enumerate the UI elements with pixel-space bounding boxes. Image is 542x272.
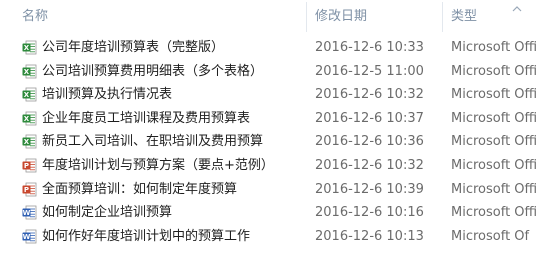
file-row[interactable]: X 公司年度培训预算表（完整版） 2016-12-6 10:33 Microsoft … [0,36,542,59]
svg-text:W: W [23,233,31,241]
file-name-cell[interactable]: X 培训预算及执行情况表 [22,83,300,106]
file-row[interactable]: X 企业年度员工培训课程及费用预算表 2016-12-6 10:37 Microsof… [0,107,542,130]
file-name-cell[interactable]: P 全面预算培训：如何制定年度预算 [22,178,300,201]
excel-file-icon: X [22,40,37,55]
file-modified-date: 2016-12-6 10:32 [315,87,424,103]
file-row[interactable]: P 年度培训计划与预算方案（要点+范例） 2016-12-6 10:32 Micros… [0,154,542,177]
svg-text:X: X [24,91,30,99]
file-name: 年度培训计划与预算方案（要点+范例） [42,158,274,173]
file-modified-date: 2016-12-6 10:13 [315,228,424,244]
file-type: Microsoft Offi [451,40,538,55]
column-divider[interactable] [442,2,443,32]
powerpoint-file-icon: P [22,158,37,173]
svg-text:X: X [24,139,30,147]
file-name-cell[interactable]: X 企业年度员工培训课程及费用预算表 [22,107,300,130]
svg-text:W: W [23,209,31,217]
file-name: 培训预算及执行情况表 [42,87,173,103]
file-type: Microsoft Of [451,228,530,244]
column-divider[interactable] [306,2,307,32]
file-name-cell[interactable]: P 年度培训计划与预算方案（要点+范例） [22,154,300,177]
column-type-header[interactable]: 类型 [451,0,477,34]
svg-text:P: P [24,162,29,170]
file-name-cell[interactable]: X 公司年度培训预算表（完整版） [22,36,300,59]
powerpoint-file-icon: P [22,182,37,196]
file-type: Microsoft Offi [451,87,538,103]
file-row[interactable]: X 培训预算及执行情况表 2016-12-6 10:32 Microsoft Offi [0,83,542,106]
file-name: 企业年度员工培训课程及费用预算表 [42,110,251,126]
file-type: Microsoft Offi [451,205,538,221]
file-type: Microsoft Offi [451,63,538,79]
file-name: 新员工入司培训、在职培训及费用预算 [42,134,264,150]
svg-text:X: X [24,68,30,76]
excel-file-icon: X [22,134,37,149]
svg-text:X: X [24,44,30,52]
file-type: Microsoft Offi [451,181,538,197]
file-modified-date: 2016-12-6 10:32 [315,158,424,173]
column-modified-header[interactable]: 修改日期 [315,0,367,34]
file-name-cell[interactable]: W 如何作好年度培训计划中的预算工作 [22,225,300,248]
file-modified-date: 2016-12-6 10:33 [315,40,424,55]
word-file-icon: W [22,229,37,244]
sort-up-icon[interactable] [511,3,523,15]
file-name: 公司培训预算费用明细表（多个表格） [42,63,264,79]
file-modified-date: 2016-12-6 10:37 [315,110,424,126]
svg-text:P: P [24,186,29,194]
file-modified-date: 2016-12-6 10:36 [315,134,424,150]
column-header: 名称 修改日期 类型 [0,0,542,34]
file-name-cell[interactable]: X 新员工入司培训、在职培训及费用预算 [22,130,300,153]
file-name: 如何作好年度培训计划中的预算工作 [42,228,251,244]
excel-file-icon: X [22,64,37,78]
svg-text:X: X [24,115,30,123]
excel-file-icon: X [22,111,37,126]
file-type: Microsoft Offi [451,110,538,126]
file-name: 如何制定企业培训预算 [42,205,173,221]
file-row[interactable]: W 如何作好年度培训计划中的预算工作 2016-12-6 10:13 Microsof… [0,225,542,248]
file-row[interactable]: X 新员工入司培训、在职培训及费用预算 2016-12-6 10:36 Microso… [0,130,542,153]
file-name: 全面预算培训：如何制定年度预算 [42,181,238,197]
file-row[interactable]: P 全面预算培训：如何制定年度预算 2016-12-6 10:39 Microsoft… [0,178,542,201]
file-name: 公司年度培训预算表（完整版） [42,40,225,55]
file-name-cell[interactable]: X 公司培训预算费用明细表（多个表格） [22,60,300,83]
file-type: Microsoft Offi [451,134,538,150]
excel-file-icon: X [22,87,37,102]
file-row[interactable]: X 公司培训预算费用明细表（多个表格） 2016-12-5 11:00 Microso… [0,60,542,83]
file-modified-date: 2016-12-6 10:39 [315,181,424,197]
column-name-header[interactable]: 名称 [22,0,48,34]
file-name-cell[interactable]: W 如何制定企业培训预算 [22,201,300,224]
file-modified-date: 2016-12-5 11:00 [315,63,424,79]
file-modified-date: 2016-12-6 10:16 [315,205,424,221]
file-row[interactable]: W 如何制定企业培训预算 2016-12-6 10:16 Microsoft Offi [0,201,542,224]
file-type: Microsoft Offi [451,158,538,173]
word-file-icon: W [22,205,37,220]
